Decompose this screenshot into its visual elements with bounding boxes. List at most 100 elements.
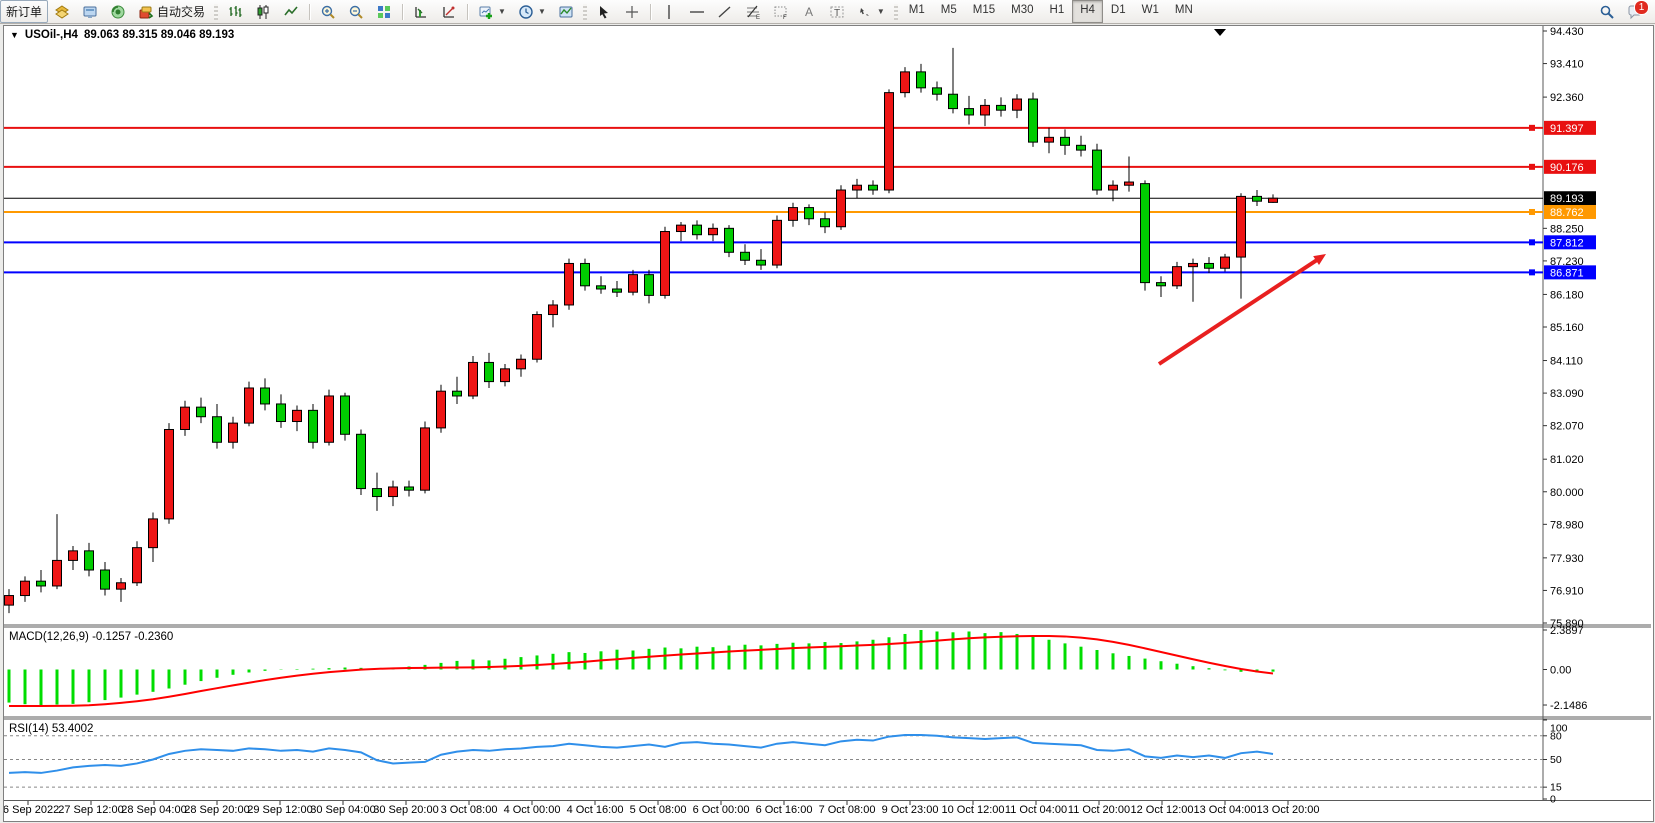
period-icon (518, 4, 534, 20)
svg-text:77.930: 77.930 (1550, 553, 1584, 565)
tile-windows-button[interactable] (370, 0, 398, 23)
svg-text:E: E (756, 15, 760, 20)
timeframe-button-d1[interactable]: D1 (1103, 0, 1134, 23)
timeframe-button-mn[interactable]: MN (1167, 0, 1201, 23)
fibo-fan-tool-button[interactable]: F (767, 0, 795, 23)
svg-text:80: 80 (1550, 730, 1562, 742)
svg-text:28 Sep 04:00: 28 Sep 04:00 (121, 804, 186, 816)
timeframe-button-h1[interactable]: H1 (1042, 0, 1073, 23)
template-button[interactable] (552, 0, 580, 23)
svg-text:0: 0 (1550, 794, 1556, 806)
svg-text:76.910: 76.910 (1550, 585, 1584, 597)
symbol-period-label: USOil-,H4 (25, 29, 78, 41)
line-chart-icon (283, 4, 299, 20)
timeframe-button-m1[interactable]: M1 (901, 0, 933, 23)
indicator-window-button[interactable] (407, 0, 435, 23)
svg-text:7 Oct 08:00: 7 Oct 08:00 (819, 804, 876, 816)
auto-trading-button[interactable]: 自动交易 (132, 0, 211, 23)
arrows-tool-button[interactable]: ▼ (851, 0, 891, 23)
chart-dropdown-icon[interactable]: ▼ (10, 30, 19, 40)
timeframe-group: M1M5M15M30H1H4D1W1MN (901, 0, 1201, 23)
svg-text:85.160: 85.160 (1550, 322, 1584, 334)
svg-text:9 Oct 23:00: 9 Oct 23:00 (882, 804, 939, 816)
objects-window-button[interactable] (435, 0, 463, 23)
toolbar-separator (309, 4, 310, 20)
fibonacci-icon: E (745, 4, 761, 20)
svg-text:89.193: 89.193 (1550, 193, 1584, 205)
notifications-button[interactable]: 1 (1621, 0, 1649, 23)
text-tool-button[interactable]: A (795, 0, 823, 23)
signal-icon (110, 4, 126, 20)
svg-text:13 Oct 20:00: 13 Oct 20:00 (1257, 804, 1320, 816)
svg-text:6 Oct 16:00: 6 Oct 16:00 (756, 804, 813, 816)
market-watch-icon (54, 4, 70, 20)
trendline-icon (717, 4, 733, 20)
timeframe-button-w1[interactable]: W1 (1134, 0, 1167, 23)
svg-text:94.430: 94.430 (1550, 26, 1584, 38)
svg-text:80.000: 80.000 (1550, 487, 1584, 499)
template-icon (558, 4, 574, 20)
timeframe-button-m30[interactable]: M30 (1003, 0, 1041, 23)
svg-text:11 Oct 04:00: 11 Oct 04:00 (1005, 804, 1067, 816)
macd-indicator-label: MACD(12,26,9) -0.1257 -0.2360 (9, 631, 173, 643)
zoom-out-icon (348, 4, 364, 20)
rsi-name: RSI(14) (9, 723, 49, 735)
trendline-tool-button[interactable] (711, 0, 739, 23)
chart-canvas[interactable]: 94.43093.41092.36088.25087.23086.18085.1… (4, 26, 1651, 819)
new-chart-button[interactable]: ▼ (472, 0, 512, 23)
zoom-in-button[interactable] (314, 0, 342, 23)
zoom-out-button[interactable] (342, 0, 370, 23)
svg-text:82.070: 82.070 (1550, 421, 1584, 433)
svg-text:30 Sep 04:00: 30 Sep 04:00 (310, 804, 375, 816)
svg-text:88.762: 88.762 (1550, 207, 1584, 219)
svg-text:11 Oct 20:00: 11 Oct 20:00 (1068, 804, 1130, 816)
rsi-value: 53.4002 (52, 723, 94, 735)
app-window: 新订单 自动交易 (0, 0, 1655, 823)
toolbar-separator (650, 4, 651, 20)
svg-text:93.410: 93.410 (1550, 59, 1584, 71)
svg-text:28 Sep 20:00: 28 Sep 20:00 (184, 804, 249, 816)
timeframe-button-h4[interactable]: H4 (1072, 0, 1103, 23)
market-watch-button[interactable] (48, 0, 76, 23)
svg-text:6 Oct 00:00: 6 Oct 00:00 (693, 804, 750, 816)
svg-text:3 Oct 08:00: 3 Oct 08:00 (441, 804, 498, 816)
toolbar-grip (583, 4, 587, 20)
bar-chart-button[interactable] (221, 0, 249, 23)
cursor-icon (596, 4, 612, 20)
data-window-button[interactable] (76, 0, 104, 23)
macd-values: -0.1257 -0.2360 (92, 631, 173, 643)
period-button[interactable]: ▼ (512, 0, 552, 23)
horizontal-line-tool-button[interactable] (683, 0, 711, 23)
chart-window: ▼ USOil-,H4 89.063 89.315 89.046 89.193 … (3, 25, 1654, 822)
timeframe-button-m5[interactable]: M5 (933, 0, 965, 23)
svg-text:A: A (805, 5, 813, 19)
svg-text:F: F (783, 15, 787, 20)
cursor-tool-button[interactable] (590, 0, 618, 23)
svg-text:91.397: 91.397 (1550, 123, 1584, 135)
auto-trading-label: 自动交易 (157, 3, 205, 20)
search-icon (1599, 4, 1615, 20)
svg-text:5 Oct 08:00: 5 Oct 08:00 (630, 804, 687, 816)
search-button[interactable] (1593, 0, 1621, 23)
notification-badge: 1 (1634, 0, 1649, 15)
svg-text:27 Sep 12:00: 27 Sep 12:00 (58, 804, 123, 816)
svg-text:90.176: 90.176 (1550, 162, 1584, 174)
chat-icon: 1 (1627, 4, 1643, 20)
candlestick-chart-button[interactable] (249, 0, 277, 23)
chart-title-bar[interactable]: ▼ USOil-,H4 89.063 89.315 89.046 89.193 (10, 29, 234, 41)
text-label-icon: T (829, 4, 845, 20)
timeframe-button-m15[interactable]: M15 (965, 0, 1003, 23)
line-chart-button[interactable] (277, 0, 305, 23)
new-order-button[interactable]: 新订单 (0, 0, 48, 23)
signals-button[interactable] (104, 0, 132, 23)
crosshair-tool-button[interactable] (618, 0, 646, 23)
vertical-line-tool-button[interactable] (655, 0, 683, 23)
arrows-icon (857, 4, 873, 20)
zoom-in-icon (320, 4, 336, 20)
fibonacci-tool-button[interactable]: E (739, 0, 767, 23)
ohlc-values: 89.063 89.315 89.046 89.193 (84, 29, 234, 41)
text-label-tool-button[interactable]: T (823, 0, 851, 23)
rsi-indicator-label: RSI(14) 53.4002 (9, 723, 93, 735)
horizontal-line-icon (689, 4, 705, 20)
svg-text:86.871: 86.871 (1550, 267, 1584, 279)
